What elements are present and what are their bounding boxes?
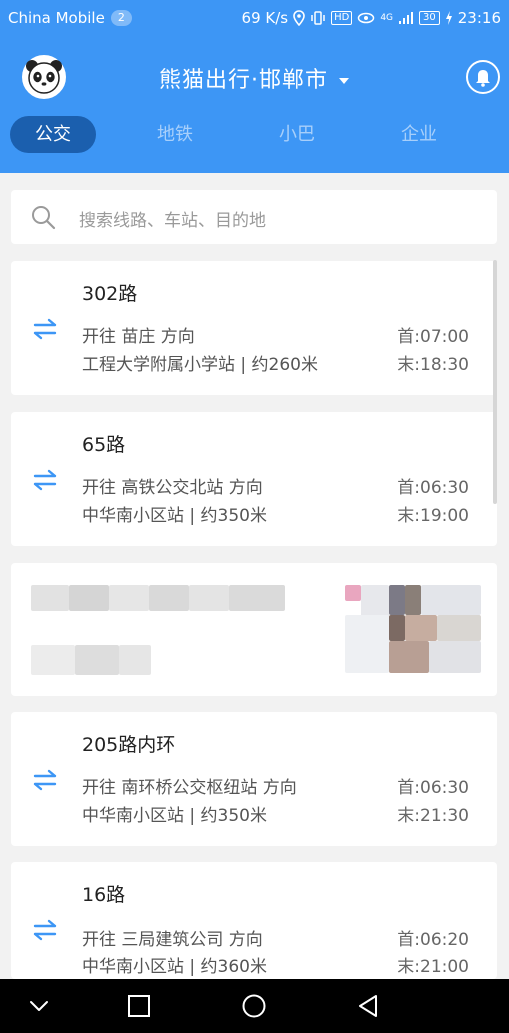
system-nav-bar [0,979,509,1033]
route-direction: 开往 三局建筑公司 方向 [82,930,263,950]
status-indicators: 69 K/s HD 4G 30 23:16 [242,9,501,27]
tab-metro[interactable]: 地铁 [140,116,210,153]
signal-icon [399,12,414,24]
first-bus-time: 首:06:30 [397,478,469,498]
city-selector[interactable]: 熊猫出行·邯郸市 [0,62,509,94]
route-direction: 开往 高铁公交北站 方向 [82,478,263,498]
route-stop-distance: 工程大学附属小学站 | 约260米 [82,355,318,375]
title-bar: 熊猫出行·邯郸市 [0,50,509,106]
carrier-name: China Mobile [8,9,105,27]
recent-apps-icon[interactable] [126,993,152,1019]
swap-arrows-icon [33,919,57,941]
swap-arrows-icon [33,769,57,791]
caret-down-icon [339,78,349,84]
search-icon [32,206,56,230]
route-direction: 开往 南环桥公交枢纽站 方向 [82,778,297,798]
last-bus-time: 末:19:00 [397,506,469,526]
tab-minibus[interactable]: 小巴 [262,116,332,153]
notification-button[interactable] [466,60,500,94]
last-bus-time: 末:21:00 [397,957,469,977]
charging-icon [445,11,452,25]
bell-icon [476,70,490,87]
first-bus-time: 首:07:00 [397,327,469,347]
first-bus-time: 首:06:20 [397,930,469,950]
chevron-down-icon[interactable] [26,993,52,1019]
route-card[interactable]: 16路 开往 三局建筑公司 方向 中华南小区站 | 约360米 首:06:20 … [11,862,497,979]
search-bar[interactable]: 搜索线路、车站、目的地 [11,190,497,244]
status-time: 23:16 [457,9,501,27]
app-header: China Mobile 2 69 K/s HD 4G 30 23:16 熊猫出… [0,0,509,173]
last-bus-time: 末:18:30 [397,355,469,375]
network-speed: 69 K/s [241,9,289,27]
last-bus-time: 末:21:30 [397,806,469,826]
network-type: 4G [380,13,394,23]
hd-badge: HD [331,11,353,25]
location-icon [293,10,305,26]
sim-slot-badge: 2 [110,10,132,26]
eye-comfort-icon [358,12,375,24]
vibrate-icon [311,11,325,25]
route-card[interactable]: 302路 开往 苗庄 方向 工程大学附属小学站 | 约260米 首:07:00 … [11,261,497,395]
route-direction: 开往 苗庄 方向 [82,327,195,347]
first-bus-time: 首:06:30 [397,778,469,798]
route-card[interactable]: 205路内环 开往 南环桥公交枢纽站 方向 中华南小区站 | 约350米 首:0… [11,712,497,846]
search-placeholder: 搜索线路、车站、目的地 [79,211,266,231]
route-stop-distance: 中华南小区站 | 约360米 [82,957,267,977]
swap-arrows-icon [33,318,57,340]
route-card[interactable]: 65路 开往 高铁公交北站 方向 中华南小区站 | 约350米 首:06:30 … [11,412,497,546]
tab-enterprise[interactable]: 企业 [384,116,454,153]
ad-card[interactable] [11,563,497,696]
route-name: 205路内环 [82,734,176,756]
transport-tabs: 公交 地铁 小巴 企业 [0,116,509,156]
back-icon[interactable] [356,993,382,1019]
route-stop-distance: 中华南小区站 | 约350米 [82,806,267,826]
status-bar: China Mobile 2 69 K/s HD 4G 30 23:16 [0,0,509,36]
route-name: 16路 [82,884,126,906]
route-name: 302路 [82,283,138,305]
page-title: 熊猫出行·邯郸市 [159,68,328,93]
route-name: 65路 [82,434,126,456]
scrollbar[interactable] [493,260,497,504]
route-stop-distance: 中华南小区站 | 约350米 [82,506,267,526]
battery-indicator: 30 [419,11,440,25]
home-icon[interactable] [241,993,267,1019]
tab-bus[interactable]: 公交 [10,116,96,153]
swap-arrows-icon [33,469,57,491]
carrier-info: China Mobile 2 [8,9,132,27]
